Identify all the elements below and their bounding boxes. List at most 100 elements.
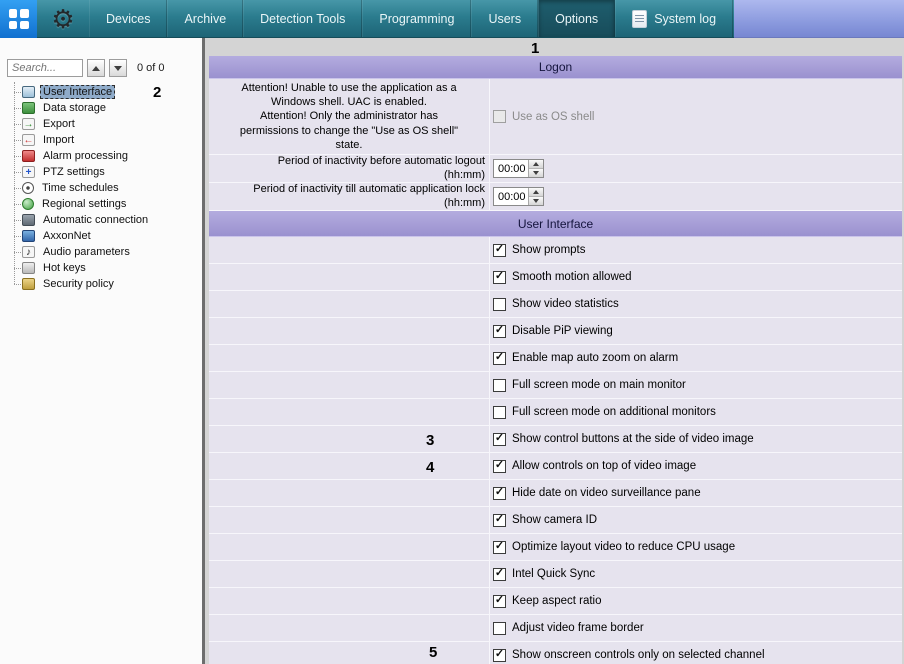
tree-item-alarm-processing[interactable]: Alarm processing [0,148,202,164]
lock-spin-up-button[interactable] [529,188,543,196]
option-row: Adjust video frame border [209,615,902,642]
checkbox-optimize-layout[interactable] [493,541,506,554]
checkbox-show-camera-id[interactable] [493,514,506,527]
audio-icon: ♪ [22,246,35,258]
globe-icon [22,198,34,210]
logout-period-value[interactable]: 00:00 [494,160,528,177]
menu-devices[interactable]: Devices [89,0,167,37]
search-input[interactable] [7,59,83,77]
logout-period-spinner: 00:00 [493,159,544,178]
chevron-up-icon [92,66,100,71]
tree-item-automatic-connection[interactable]: Automatic connection [0,212,202,228]
attention-text: Attention! Unable to use the application… [209,81,489,151]
tree-item-audio-parameters[interactable]: ♪ Audio parameters [0,244,202,260]
tree-item-regional-settings[interactable]: Regional settings [0,196,202,212]
triangle-down-icon [533,171,539,175]
callout-5: 5 [429,645,437,660]
top-menu-bar: ⚙ Devices Archive Detection Tools Progra… [0,0,904,38]
tree-item-import[interactable]: ← Import [0,132,202,148]
export-icon: → [22,118,35,130]
logout-spin-down-button[interactable] [529,168,543,177]
settings-sidebar: 0 of 0 User Interface Data storage → Exp… [0,38,205,664]
option-row: Full screen mode on additional monitors [209,399,902,426]
option-row: Allow controls on top of video image [209,453,902,480]
settings-tree: User Interface Data storage → Export ← I… [0,84,202,292]
checkbox-video-statistics[interactable] [493,298,506,311]
use-as-os-shell-checkbox[interactable] [493,110,506,123]
tree-item-ptz-settings[interactable]: + PTZ settings [0,164,202,180]
checkbox-intel-quick-sync[interactable] [493,568,506,581]
checkbox-hide-date[interactable] [493,487,506,500]
apps-grid-button[interactable] [0,0,37,38]
menu-archive[interactable]: Archive [167,0,243,37]
section-header-logon: Logon [209,56,902,79]
triangle-down-icon [533,199,539,203]
option-row: Show video statistics [209,291,902,318]
section-header-user-interface: User Interface [209,211,902,237]
gear-icon: ⚙ [51,6,74,32]
checkbox-onscreen-controls-selected-channel[interactable] [493,649,506,662]
callout-2: 2 [153,85,161,100]
logout-period-row: Period of inactivity before automatic lo… [209,155,902,183]
search-next-button[interactable] [109,59,127,77]
checkbox-map-auto-zoom[interactable] [493,352,506,365]
option-row: Hide date on video surveillance pane [209,480,902,507]
checkbox-keep-aspect-ratio[interactable] [493,595,506,608]
tree-item-data-storage[interactable]: Data storage [0,100,202,116]
option-row: Full screen mode on main monitor [209,372,902,399]
chevron-down-icon [114,66,122,71]
checkbox-adjust-frame-border[interactable] [493,622,506,635]
os-shell-row: Attention! Unable to use the application… [209,79,902,155]
logout-period-label: Period of inactivity before automatic lo… [209,155,489,181]
option-row: Show prompts [209,237,902,264]
user-interface-icon [22,86,35,98]
menu-strip: ⚙ Devices Archive Detection Tools Progra… [37,0,734,38]
option-row: Show camera ID [209,507,902,534]
tree-item-hot-keys[interactable]: Hot keys [0,260,202,276]
ptz-icon: + [22,166,35,178]
option-row: Show onscreen controls only on selected … [209,642,902,664]
option-row: Smooth motion allowed [209,264,902,291]
checkbox-disable-pip[interactable] [493,325,506,338]
callout-4: 4 [426,460,434,475]
triangle-up-icon [533,190,539,194]
tree-item-user-interface[interactable]: User Interface [0,84,202,100]
lock-period-label: Period of inactivity till automatic appl… [209,183,489,209]
tree-item-axxonnet[interactable]: AxxonNet [0,228,202,244]
search-prev-button[interactable] [87,59,105,77]
option-row: Optimize layout video to reduce CPU usag… [209,534,902,561]
menu-detection-tools[interactable]: Detection Tools [243,0,362,37]
checkbox-show-prompts[interactable] [493,244,506,257]
tree-item-export[interactable]: → Export [0,116,202,132]
logout-spin-up-button[interactable] [529,160,543,168]
option-row: Intel Quick Sync [209,561,902,588]
checkbox-fullscreen-main-monitor[interactable] [493,379,506,392]
apps-grid-icon [9,9,29,29]
clock-icon [22,182,34,194]
option-row: Disable PiP viewing [209,318,902,345]
checkbox-fullscreen-additional-monitors[interactable] [493,406,506,419]
menu-programming[interactable]: Programming [362,0,471,37]
tree-item-security-policy[interactable]: Security policy [0,276,202,292]
triangle-up-icon [533,162,539,166]
use-as-os-shell-label: Use as OS shell [512,111,594,123]
settings-gear-button[interactable]: ⚙ [37,0,89,37]
lock-period-value[interactable]: 00:00 [494,188,528,205]
tree-item-time-schedules[interactable]: Time schedules [0,180,202,196]
checkbox-control-buttons-side[interactable] [493,433,506,446]
checkbox-smooth-motion[interactable] [493,271,506,284]
system-log-label: System log [654,12,716,26]
menu-options[interactable]: Options [538,0,615,37]
options-panel: Logon Attention! Unable to use the appli… [208,38,904,664]
checkbox-controls-on-top[interactable] [493,460,506,473]
import-icon: ← [22,134,35,146]
app-window: ⚙ Devices Archive Detection Tools Progra… [0,0,904,664]
menu-system-log[interactable]: System log [615,0,733,37]
lock-spin-down-button[interactable] [529,196,543,205]
menu-users[interactable]: Users [471,0,538,37]
keyboard-icon [22,262,35,274]
alarm-icon [22,150,35,162]
settings-table: Logon Attention! Unable to use the appli… [209,56,902,664]
option-row: Show control buttons at the side of vide… [209,426,902,453]
option-row: Enable map auto zoom on alarm [209,345,902,372]
